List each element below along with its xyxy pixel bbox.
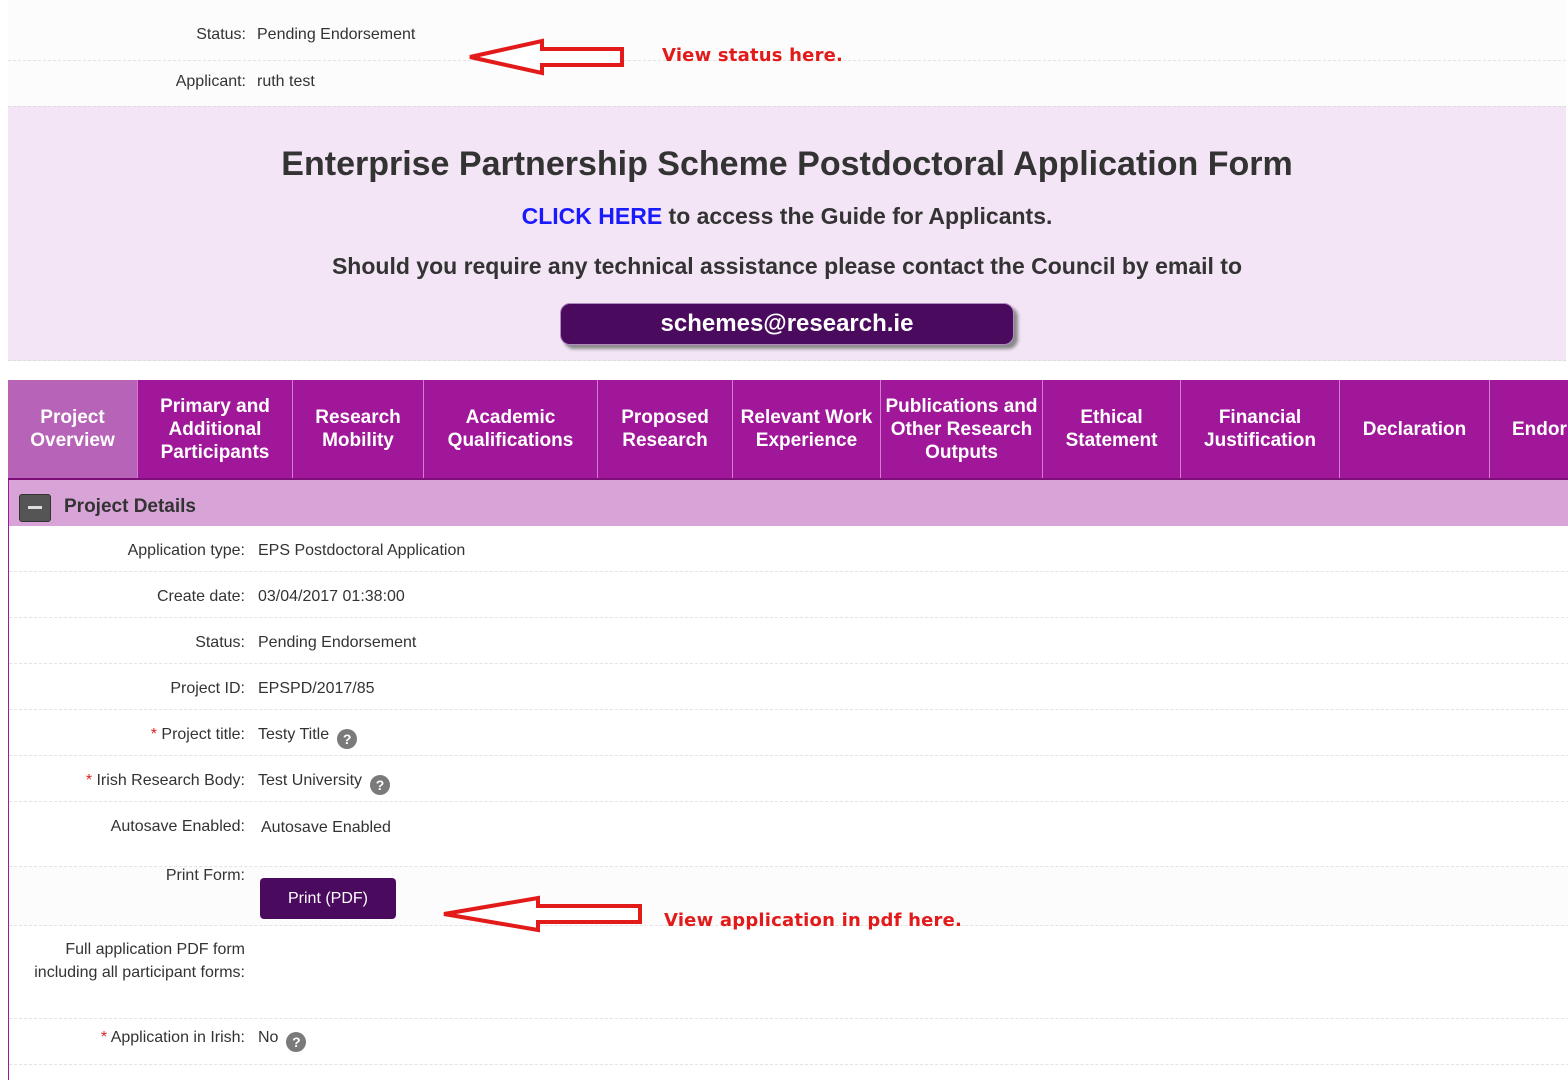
collapse-icon[interactable]	[19, 494, 51, 522]
field-value: Testy Title	[258, 726, 330, 743]
field-label: Autosave Enabled:	[110, 818, 245, 835]
email-button[interactable]: schemes@research.ie	[560, 303, 1014, 345]
field-value: EPS Postdoctoral Application	[258, 542, 466, 559]
tab-publications[interactable]: Publications and Other Research Outputs	[881, 380, 1043, 478]
pdf-annotation-text: View application in pdf here.	[664, 910, 963, 931]
field-autosave: Autosave Enabled: Autosave Enabled	[9, 802, 1568, 867]
field-label-wrap: * Irish Research Body:	[86, 772, 245, 790]
form-tabs: Project Overview Primary and Additional …	[8, 380, 1568, 480]
field-project-title: * Project title: Testy Title?	[9, 710, 1568, 756]
field-value: Test University	[258, 772, 363, 789]
tab-research-mobility[interactable]: Research Mobility	[293, 380, 424, 478]
form-banner: Enterprise Partnership Scheme Postdoctor…	[8, 106, 1566, 361]
field-label-wrap: * Project title:	[151, 726, 245, 744]
field-label: Create date:	[156, 588, 245, 605]
tab-endorsement[interactable]: Endor	[1490, 380, 1568, 478]
field-label: Status:	[195, 634, 245, 651]
field-label: Application in Irish:	[110, 1029, 245, 1046]
tab-work-experience[interactable]: Relevant Work Experience	[733, 380, 881, 478]
guide-line: CLICK HERE to access the Guide for Appli…	[8, 203, 1566, 230]
required-marker: *	[85, 772, 97, 789]
field-label: Full application PDF form including all …	[34, 941, 245, 981]
status-annotation-text: View status here.	[662, 45, 844, 66]
field-value: Pending Endorsement	[258, 634, 417, 651]
required-marker: *	[100, 1029, 111, 1046]
tab-participants[interactable]: Primary and Additional Participants	[138, 380, 293, 478]
tab-ethical-statement[interactable]: Ethical Statement	[1043, 380, 1181, 478]
field-value: EPSPD/2017/85	[258, 680, 375, 697]
field-value: No	[258, 1029, 279, 1046]
help-icon[interactable]: ?	[286, 1032, 307, 1052]
field-label: Print Form:	[165, 867, 245, 884]
field-value: Autosave Enabled	[261, 819, 391, 836]
field-application-irish: * Application in Irish: No?	[9, 1019, 1568, 1065]
required-marker: *	[150, 726, 162, 743]
status-annotation-arrow-icon	[469, 38, 624, 76]
project-details-panel: Project Details Application type: EPS Po…	[8, 480, 1568, 1080]
assistance-text: Should you require any technical assista…	[331, 253, 1243, 279]
field-create-date: Create date: 03/04/2017 01:38:00	[9, 572, 1568, 618]
pdf-annotation-arrow-icon	[443, 895, 642, 933]
field-application-type: Application type: EPS Postdoctoral Appli…	[9, 526, 1568, 572]
help-icon[interactable]: ?	[370, 775, 391, 795]
help-icon[interactable]: ?	[337, 729, 358, 749]
panel-header: Project Details	[9, 480, 1568, 526]
tab-academic-qualifications[interactable]: Academic Qualifications	[424, 380, 598, 478]
field-full-pdf: Full application PDF form including all …	[9, 926, 1568, 1019]
field-label: Project title:	[161, 726, 245, 743]
field-label: Irish Research Body:	[96, 772, 245, 789]
status-value: Pending Endorsement	[257, 26, 416, 43]
field-value: 03/04/2017 01:38:00	[258, 588, 405, 605]
tab-financial-justification[interactable]: Financial Justification	[1181, 380, 1340, 478]
field-research-body: * Irish Research Body: Test University?	[9, 756, 1568, 802]
tab-declaration[interactable]: Declaration	[1340, 380, 1490, 478]
field-value-wrap: Test University?	[258, 772, 391, 795]
applicant-label: Applicant:	[175, 73, 246, 90]
applicant-value: ruth test	[257, 73, 315, 90]
field-label: Project ID:	[170, 680, 245, 697]
print-pdf-button[interactable]: Print (PDF)	[260, 878, 396, 919]
field-status: Status: Pending Endorsement	[9, 618, 1568, 664]
field-label: Application type:	[127, 542, 245, 559]
field-value-wrap: Testy Title?	[258, 726, 358, 749]
guide-text: to access the Guide for Applicants.	[662, 203, 1053, 229]
field-label-wrap: * Application in Irish:	[101, 1029, 245, 1047]
status-label: Status:	[196, 26, 246, 43]
field-value-wrap: No?	[258, 1029, 307, 1052]
field-project-id: Project ID: EPSPD/2017/85	[9, 664, 1568, 710]
tab-proposed-research[interactable]: Proposed Research	[598, 380, 733, 478]
form-title: Enterprise Partnership Scheme Postdoctor…	[281, 145, 1293, 183]
panel-title: Project Details	[64, 496, 196, 517]
applicant-row: Applicant: ruth test	[8, 61, 1566, 108]
guide-link[interactable]: CLICK HERE	[522, 203, 663, 229]
tab-project-overview[interactable]: Project Overview	[8, 380, 138, 478]
